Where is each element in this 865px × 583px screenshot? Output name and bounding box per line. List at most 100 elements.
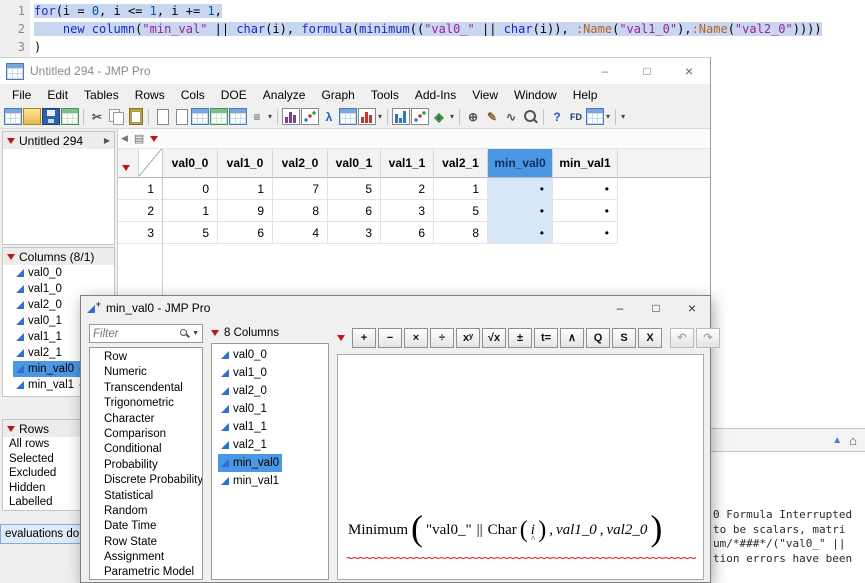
- formula-term[interactable]: ^: [531, 534, 535, 544]
- grid-cell[interactable]: •: [488, 178, 553, 200]
- function-category-row[interactable]: Row: [90, 350, 202, 365]
- dialog-close-button[interactable]: ×: [674, 296, 710, 319]
- filter-input[interactable]: [93, 327, 178, 340]
- grid-cell[interactable]: 7: [273, 178, 328, 200]
- function-category-row-state[interactable]: Row State: [90, 535, 202, 550]
- menu-tools[interactable]: Tools: [363, 86, 407, 104]
- quantile-button[interactable]: Q: [586, 327, 610, 348]
- grid-cell[interactable]: 9: [218, 200, 273, 222]
- dialog-minimize-button[interactable]: –: [602, 296, 638, 319]
- formula-term[interactable]: (: [411, 510, 423, 546]
- formula-term[interactable]: Char: [488, 522, 517, 539]
- formula-menu-icon[interactable]: [337, 334, 345, 341]
- script-editor[interactable]: 1 2 3 for(i = 0, i <= 1, i += 1, new colum…: [0, 0, 865, 57]
- cut-icon[interactable]: ✂: [88, 108, 106, 125]
- brush-tool-icon[interactable]: ✎: [483, 108, 501, 125]
- toolbar-chevron-icon[interactable]: ▾: [605, 112, 611, 121]
- formula-term[interactable]: Minimum: [348, 522, 408, 539]
- columns-panel-header[interactable]: Columns (8/1): [3, 248, 114, 265]
- summary-icon[interactable]: [210, 108, 228, 125]
- function-category-statistical[interactable]: Statistical: [90, 489, 202, 504]
- dialog-title-bar[interactable]: + min_val0 - JMP Pro – □ ×: [81, 296, 710, 319]
- function-category-comparison[interactable]: Comparison: [90, 427, 202, 442]
- column-header-val1-0[interactable]: val1_0: [218, 149, 273, 178]
- function-category-assignment[interactable]: Assignment: [90, 550, 202, 565]
- column-header-val0-1[interactable]: val0_1: [328, 149, 381, 178]
- divide-button[interactable]: ÷: [430, 327, 454, 348]
- grid-cell[interactable]: 5: [434, 200, 488, 222]
- help-icon[interactable]: ?: [548, 108, 566, 125]
- menu-graph[interactable]: Graph: [313, 86, 362, 104]
- formula-term[interactable]: val2_0: [607, 522, 648, 539]
- menu-window[interactable]: Window: [506, 86, 565, 104]
- dialog-column-val2-1[interactable]: val2_1: [212, 436, 328, 454]
- menu-doe[interactable]: DOE: [213, 86, 255, 104]
- function-category-conditional[interactable]: Conditional: [90, 442, 202, 457]
- grid-cell[interactable]: 5: [328, 178, 381, 200]
- panel-expander-icon[interactable]: ▶: [104, 136, 110, 145]
- function-category-numeric[interactable]: Numeric: [90, 365, 202, 380]
- fit-model-icon[interactable]: λ: [320, 108, 338, 125]
- zoom-tool-icon[interactable]: [521, 108, 539, 125]
- sidebar-column-val0-0[interactable]: val0_0: [3, 265, 114, 281]
- menu-cols[interactable]: Cols: [173, 86, 213, 104]
- copy-icon[interactable]: [107, 108, 125, 125]
- peel-expression-button[interactable]: ∧: [560, 327, 584, 348]
- menu-tables[interactable]: Tables: [76, 86, 127, 104]
- filter-menu-chevron-icon[interactable]: ▼: [192, 330, 199, 337]
- formula-term[interactable]: ): [538, 518, 546, 542]
- main-title-bar[interactable]: Untitled 294 - JMP Pro – □ ×: [0, 58, 710, 84]
- multiply-button[interactable]: ×: [404, 327, 428, 348]
- formula-term[interactable]: "val0_": [426, 522, 472, 539]
- table-panel-header[interactable]: Untitled 294 ▶: [3, 132, 114, 149]
- grid-cell[interactable]: 5: [163, 222, 218, 244]
- journal-icon[interactable]: [172, 108, 190, 125]
- home-window-icon[interactable]: ⌂: [849, 433, 857, 448]
- open-icon[interactable]: [23, 108, 41, 125]
- toolbar-chevron-icon[interactable]: ▾: [377, 112, 383, 121]
- minimize-button[interactable]: –: [584, 58, 626, 84]
- grid-cell[interactable]: •: [488, 222, 553, 244]
- root-button[interactable]: √x: [482, 327, 506, 348]
- column-header-val2-0[interactable]: val2_0: [273, 149, 328, 178]
- formula-term[interactable]: ): [650, 510, 662, 546]
- new-data-table-icon[interactable]: [4, 108, 22, 125]
- grid-cell[interactable]: 6: [218, 222, 273, 244]
- formula-term[interactable]: ||: [477, 522, 483, 539]
- formula-term[interactable]: val1_0: [556, 522, 597, 539]
- window-list-icon[interactable]: [586, 108, 605, 125]
- formula-term[interactable]: ,: [600, 522, 604, 539]
- dialog-column-val0-1[interactable]: val0_1: [212, 400, 328, 418]
- rows-panel-menu-icon[interactable]: [7, 425, 15, 432]
- columns-menu-icon[interactable]: [150, 135, 159, 142]
- toolbar-chevron-icon[interactable]: ▾: [267, 112, 273, 121]
- menu-file[interactable]: File: [4, 86, 39, 104]
- row-selection-icon[interactable]: ≡: [248, 108, 266, 125]
- switch-terms-button[interactable]: S: [612, 327, 636, 348]
- maximize-button[interactable]: □: [626, 58, 668, 84]
- go-to-top-icon[interactable]: ▲: [832, 435, 842, 446]
- grid-cell[interactable]: •: [553, 178, 618, 200]
- grid-cell[interactable]: 8: [434, 222, 488, 244]
- delete-button[interactable]: X: [638, 327, 662, 348]
- dialog-column-val0-0[interactable]: val0_0: [212, 346, 328, 364]
- distribution-icon[interactable]: [282, 108, 301, 125]
- tabulate-icon[interactable]: [339, 108, 358, 125]
- dialog-column-val1-0[interactable]: val1_0: [212, 364, 328, 382]
- toolbar-chevron-icon[interactable]: ▾: [449, 112, 455, 121]
- grabber-tool-icon[interactable]: ⊕: [464, 108, 482, 125]
- formula-term[interactable]: (: [520, 518, 528, 542]
- add-button[interactable]: +: [352, 327, 376, 348]
- maps-icon[interactable]: ◈: [430, 108, 448, 125]
- dialog-column-val1-1[interactable]: val1_1: [212, 418, 328, 436]
- function-category-date-time[interactable]: Date Time: [90, 519, 202, 534]
- scatterplot-3d-icon[interactable]: [411, 108, 430, 125]
- function-category-discrete-probability[interactable]: Discrete Probability: [90, 473, 202, 488]
- grid-cell[interactable]: •: [553, 200, 618, 222]
- menu-rows[interactable]: Rows: [127, 86, 173, 104]
- chart-icon[interactable]: [358, 108, 377, 125]
- row-number[interactable]: 3: [118, 222, 163, 244]
- fit-y-by-x-icon[interactable]: [301, 108, 320, 125]
- column-header-val0-0[interactable]: val0_0: [163, 149, 218, 178]
- function-category-parametric-model[interactable]: Parametric Model: [90, 565, 202, 579]
